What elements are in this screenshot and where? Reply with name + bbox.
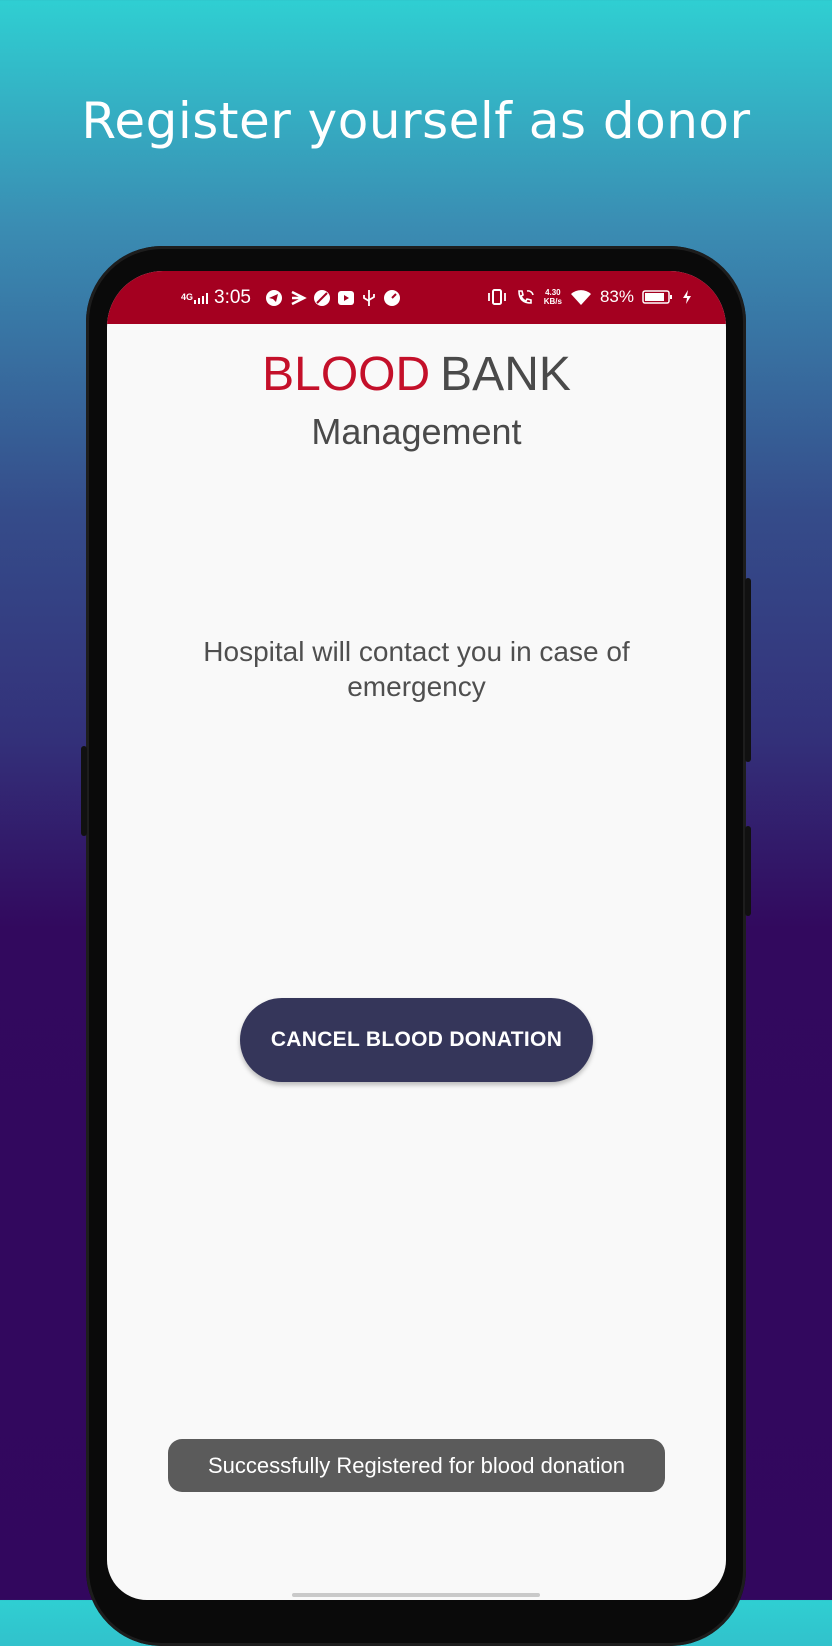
phone-side-button-right-lower bbox=[745, 826, 751, 916]
logo-bank-text: BANK bbox=[440, 348, 571, 401]
phone-side-button-right-upper bbox=[745, 578, 751, 762]
promo-headline: Register yourself as donor bbox=[81, 92, 751, 150]
phone-side-button-left bbox=[81, 746, 87, 836]
charging-bolt-icon bbox=[683, 290, 691, 304]
cancel-blood-donation-button[interactable]: CANCEL BLOOD DONATION bbox=[240, 998, 593, 1082]
data-speed-indicator: 4.30 KB/s bbox=[544, 288, 562, 306]
telegram-icon bbox=[266, 290, 282, 306]
logo-subtitle: Management bbox=[311, 411, 522, 452]
phone-screen: 4G 3:05 4.30 KB/s 83% BLOOD BANK Managem… bbox=[107, 271, 726, 1600]
battery-icon bbox=[642, 290, 672, 304]
logo-blood-text: BLOOD bbox=[262, 348, 431, 401]
wifi-icon bbox=[570, 290, 591, 305]
toast-message: Successfully Registered for blood donati… bbox=[168, 1439, 665, 1492]
wifi-calling-icon bbox=[517, 290, 534, 304]
network-type: 4G bbox=[181, 291, 194, 302]
status-bar: 4G 3:05 4.30 KB/s 83% bbox=[107, 271, 726, 324]
usb-icon bbox=[363, 290, 375, 306]
leaf-app-icon bbox=[314, 290, 330, 306]
info-message: Hospital will contact you in case of eme… bbox=[203, 636, 630, 702]
battery-percentage: 83% bbox=[599, 287, 634, 306]
speed-gauge-icon bbox=[384, 290, 400, 306]
app-logo: BLOOD BANK bbox=[107, 349, 726, 401]
youtube-icon bbox=[338, 291, 354, 305]
clock: 3:05 bbox=[214, 287, 251, 308]
home-indicator[interactable] bbox=[292, 1593, 540, 1597]
vibrate-icon bbox=[487, 289, 506, 305]
data-speed-value: 4.30 bbox=[545, 288, 561, 297]
signal-bars-icon bbox=[194, 292, 209, 304]
app-notification-icon bbox=[291, 290, 307, 306]
signal-icon: 4G bbox=[181, 291, 209, 304]
data-speed-unit: KB/s bbox=[543, 297, 562, 306]
